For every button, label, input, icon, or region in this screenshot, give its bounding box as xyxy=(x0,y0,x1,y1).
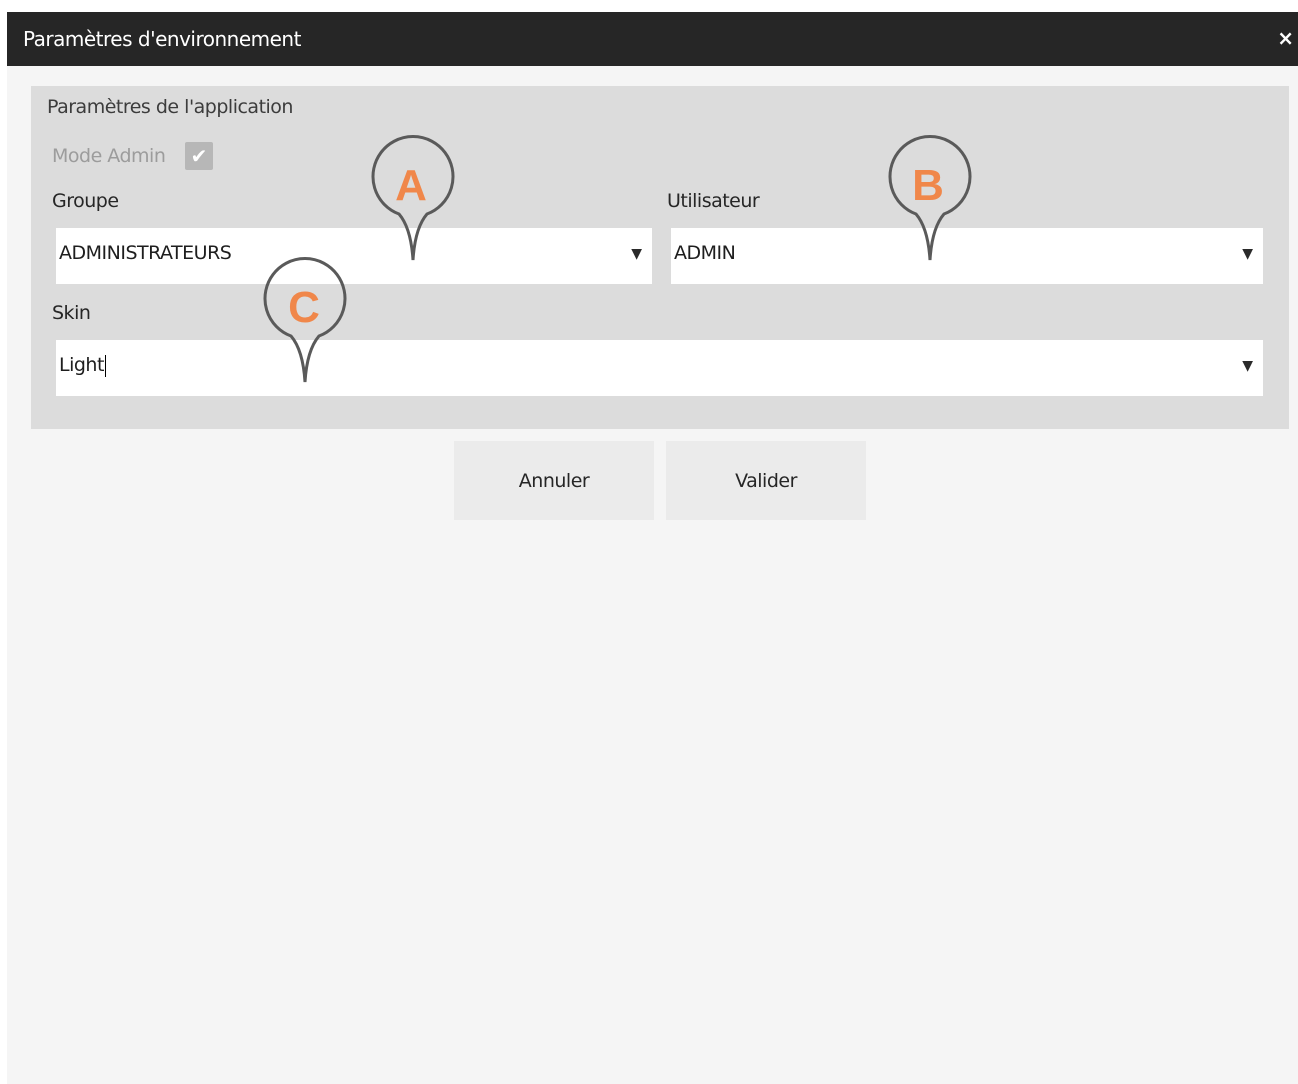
utilisateur-label: Utilisateur xyxy=(667,190,760,212)
callout-c-pin: C xyxy=(263,257,347,383)
groupe-label: Groupe xyxy=(52,190,119,212)
close-button[interactable]: × xyxy=(1277,27,1294,49)
admin-mode-label: Mode Admin xyxy=(52,145,166,167)
skin-label: Skin xyxy=(52,302,91,324)
settings-dialog: Paramètres d'environnement × Paramètres … xyxy=(7,12,1298,1084)
callout-c-letter: C xyxy=(288,283,320,332)
callout-b-letter: B xyxy=(912,161,944,210)
callout-a-pin: A xyxy=(371,135,455,261)
utilisateur-value: ADMIN xyxy=(674,242,736,264)
dialog-title: Paramètres d'environnement xyxy=(23,27,301,51)
groupe-value: ADMINISTRATEURS xyxy=(59,242,232,264)
title-bar: Paramètres d'environnement × xyxy=(7,12,1298,66)
chevron-down-icon[interactable]: ▼ xyxy=(1242,246,1253,262)
application-settings-group: Paramètres de l'application Mode Admin ✔… xyxy=(31,86,1289,429)
admin-mode-checkbox[interactable]: ✔ xyxy=(185,142,213,170)
skin-dropdown[interactable]: Light ▼ xyxy=(56,340,1263,396)
skin-value-wrapper: Light xyxy=(59,354,106,377)
group-title: Paramètres de l'application xyxy=(47,96,293,118)
groupe-dropdown[interactable]: ADMINISTRATEURS ▼ xyxy=(56,228,652,284)
chevron-down-icon[interactable]: ▼ xyxy=(1242,358,1253,374)
validate-button[interactable]: Valider xyxy=(666,441,866,520)
text-cursor xyxy=(104,354,106,377)
callout-b-pin: B xyxy=(888,135,972,261)
chevron-down-icon[interactable]: ▼ xyxy=(631,246,642,262)
callout-a-letter: A xyxy=(395,161,427,210)
cancel-button[interactable]: Annuler xyxy=(454,441,654,520)
skin-value: Light xyxy=(59,354,104,376)
